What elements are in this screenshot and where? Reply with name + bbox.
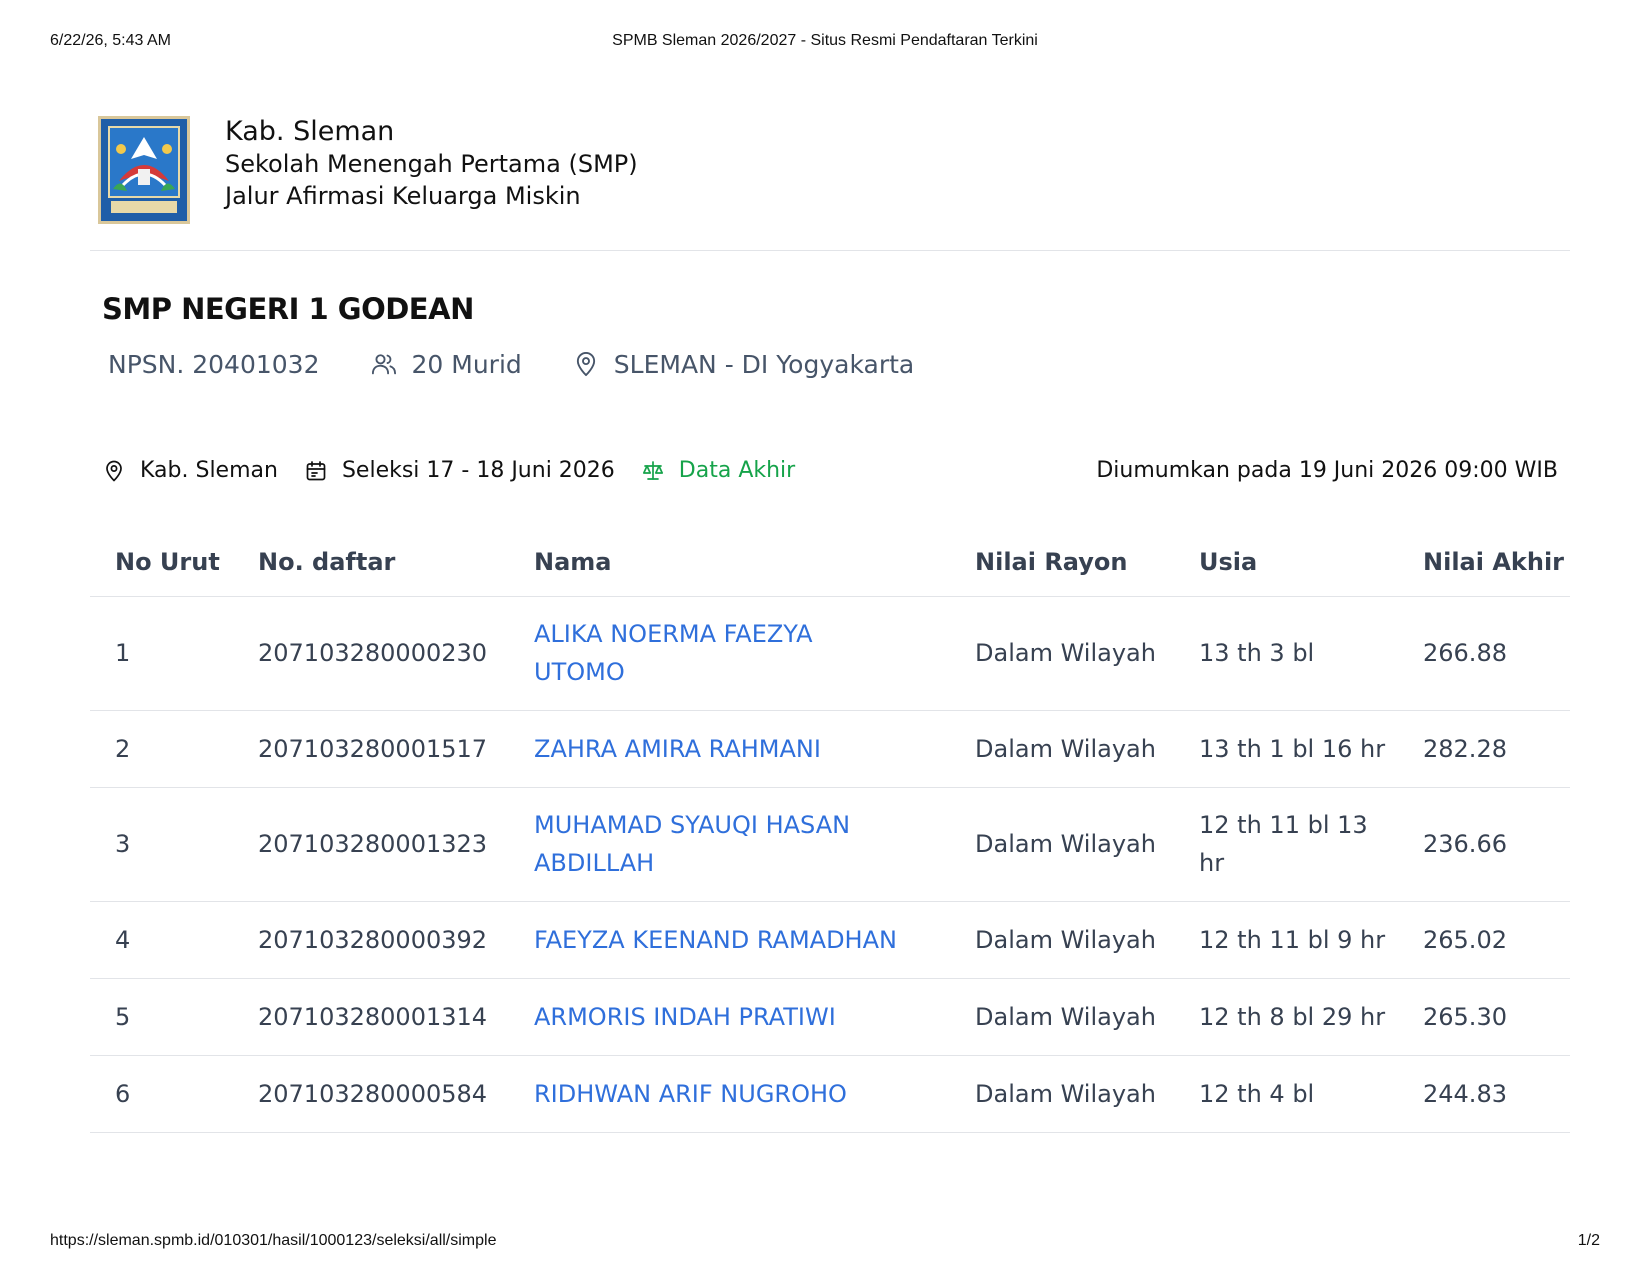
name-line: FAEYZA KEENAND RAMADHAN [534, 925, 897, 954]
col-header-no-daftar: No. daftar [233, 528, 509, 597]
name-line: ABDILLAH [534, 849, 655, 877]
info-selection-dates: Seleksi 17 - 18 Juni 2026 [304, 458, 615, 483]
row-student-name-link[interactable]: FAEYZA KEENAND RAMADHAN [509, 901, 950, 979]
col-header-nilai-akhir: Nilai Akhir [1398, 528, 1570, 597]
table-row: 1 207103280000230 ALIKA NOERMA FAEZYA UTO… [90, 596, 1570, 711]
row-registration-number: 207103280000230 [233, 596, 509, 711]
region-header: Kab. Sleman Sekolah Menengah Pertama (SM… [98, 116, 1558, 226]
row-final-score: 282.28 [1398, 710, 1570, 788]
row-rayon: Dalam Wilayah [950, 710, 1174, 788]
row-final-score: 265.02 [1398, 901, 1570, 979]
row-student-name-link[interactable]: MUHAMAD SYAUQI HASAN ABDILLAH [509, 787, 950, 902]
row-rayon: Dalam Wilayah [950, 1055, 1174, 1133]
row-no: 2 [90, 710, 233, 788]
row-registration-number: 207103280000392 [233, 901, 509, 979]
school-students: 20 Murid [370, 350, 522, 379]
school-npsn: NPSN. 20401032 [108, 350, 320, 379]
students-count: 20 Murid [411, 349, 522, 379]
admission-track: Jalur Afirmasi Keluarga Miskin [225, 182, 581, 210]
row-no: 1 [90, 596, 233, 711]
selection-info-left: Kab. Sleman Seleksi 17 - 18 Juni 2026 Da… [102, 458, 821, 483]
header-divider [90, 250, 1570, 251]
row-rayon: Dalam Wilayah [950, 901, 1174, 979]
row-student-name-link[interactable]: ARMORIS INDAH PRATIWI [509, 978, 950, 1056]
users-icon [371, 354, 396, 375]
row-no: 4 [90, 901, 233, 979]
row-final-score: 266.88 [1398, 596, 1570, 711]
name-line: UTOMO [534, 658, 625, 686]
name-line: ALIKA NOERMA FAEZYA [534, 620, 813, 648]
page-url: https://sleman.spmb.id/010301/hasil/1000… [50, 1232, 497, 1249]
row-no: 5 [90, 978, 233, 1056]
region-name: Kab. Sleman [225, 116, 395, 147]
map-pin-icon [106, 460, 122, 481]
name-line: ZAHRA AMIRA RAHMANI [534, 734, 821, 763]
table-row: 3 207103280001323 MUHAMAD SYAUQI HASAN AB… [90, 787, 1570, 902]
row-rayon: Dalam Wilayah [950, 596, 1174, 711]
selection-dates-label: Seleksi 17 - 18 Juni 2026 [341, 458, 615, 483]
row-registration-number: 207103280001323 [233, 787, 509, 902]
sleman-regency-emblem-icon [98, 116, 190, 224]
row-student-name-link[interactable]: RIDHWAN ARIF NUGROHO [509, 1055, 950, 1133]
school-name: SMP NEGERI 1 GODEAN [102, 292, 474, 326]
school-meta: NPSN. 20401032 20 Murid SLEMAN - DI Yogy… [108, 346, 964, 382]
npsn-label: NPSN. 20401032 [108, 349, 320, 379]
row-registration-number: 207103280001517 [233, 710, 509, 788]
calendar-icon [306, 460, 326, 480]
table-row: 2 207103280001517 ZAHRA AMIRA RAHMANI Da… [90, 710, 1570, 788]
name-line: ARMORIS INDAH PRATIWI [534, 1002, 836, 1031]
page-number: 1/2 [1577, 1232, 1600, 1249]
row-final-score: 265.30 [1398, 978, 1570, 1056]
selection-info-bar: Kab. Sleman Seleksi 17 - 18 Juni 2026 Da… [102, 458, 1558, 488]
row-rayon: Dalam Wilayah [950, 978, 1174, 1056]
col-header-usia: Usia [1174, 528, 1398, 597]
print-page-title: SPMB Sleman 2026/2027 - Situs Resmi Pend… [612, 32, 1038, 49]
row-registration-number: 207103280000584 [233, 1055, 509, 1133]
row-age: 12 th 11 bl 9 hr [1174, 901, 1398, 979]
name-line: MUHAMAD SYAUQI HASAN [534, 811, 851, 839]
print-footer: https://sleman.spmb.id/010301/hasil/1000… [50, 1232, 1600, 1252]
results-table: No Urut No. daftar Nama Nilai Rayon Usia… [90, 528, 1570, 1133]
info-region-label: Kab. Sleman [140, 458, 278, 483]
row-student-name-link[interactable]: ZAHRA AMIRA RAHMANI [509, 710, 950, 788]
data-status-label: Data Akhir [678, 458, 796, 483]
row-age: 13 th 3 bl [1174, 596, 1398, 711]
table-row: 6 207103280000584 RIDHWAN ARIF NUGROHO D… [90, 1055, 1570, 1133]
row-no: 3 [90, 787, 233, 902]
info-region: Kab. Sleman [102, 458, 278, 483]
map-pin-icon [576, 352, 595, 377]
col-header-no-urut: No Urut [90, 528, 233, 597]
row-no: 6 [90, 1055, 233, 1133]
row-age: 12 th 8 bl 29 hr [1174, 978, 1398, 1056]
scale-icon [642, 460, 663, 480]
col-header-nilai-rayon: Nilai Rayon [950, 528, 1174, 597]
row-final-score: 236.66 [1398, 787, 1570, 902]
row-rayon: Dalam Wilayah [950, 787, 1174, 902]
row-student-name-link[interactable]: ALIKA NOERMA FAEZYA UTOMO [509, 596, 950, 711]
table-header-row: No Urut No. daftar Nama Nilai Rayon Usia… [90, 528, 1570, 597]
name-line: RIDHWAN ARIF NUGROHO [534, 1079, 847, 1108]
row-age: 12 th 11 bl 13 hr [1174, 787, 1398, 902]
table-row: 4 207103280000392 FAEYZA KEENAND RAMADHA… [90, 901, 1570, 979]
school-level: Sekolah Menengah Pertama (SMP) [225, 150, 638, 178]
row-age: 12 th 4 bl [1174, 1055, 1398, 1133]
announcement-date: Diumumkan pada 19 Juni 2026 09:00 WIB [1096, 458, 1558, 483]
row-registration-number: 207103280001314 [233, 978, 509, 1056]
print-header: 6/22/26, 5:43 AM SPMB Sleman 2026/2027 -… [50, 32, 1600, 52]
school-location: SLEMAN - DI Yogyakarta [572, 350, 914, 379]
school-location-label: SLEMAN - DI Yogyakarta [613, 349, 915, 379]
table-row: 5 207103280001314 ARMORIS INDAH PRATIWI … [90, 978, 1570, 1056]
region-text: Kab. Sleman Sekolah Menengah Pertama (SM… [225, 116, 638, 212]
row-age: 13 th 1 bl 16 hr [1174, 710, 1398, 788]
row-final-score: 244.83 [1398, 1055, 1570, 1133]
info-data-status: Data Akhir [641, 458, 795, 483]
col-header-nama: Nama [509, 528, 950, 597]
